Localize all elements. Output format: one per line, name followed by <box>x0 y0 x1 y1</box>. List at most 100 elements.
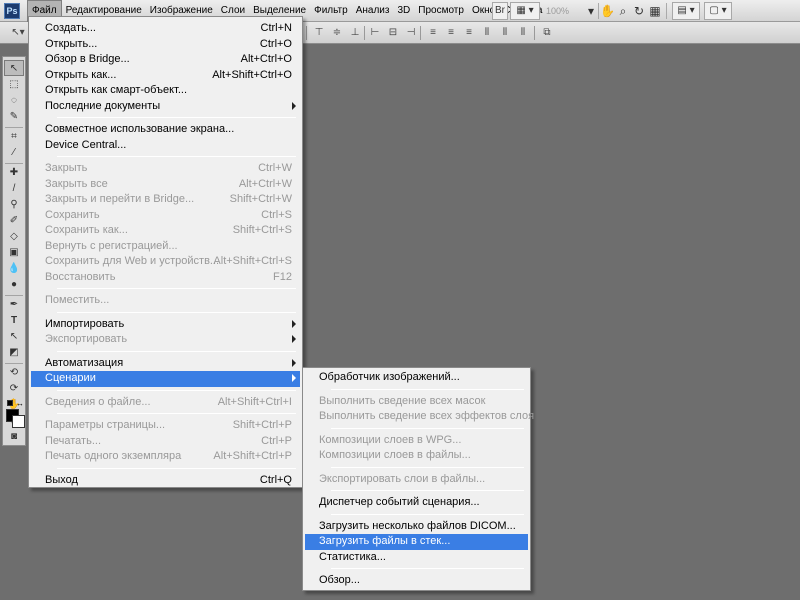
distribute-top-icon[interactable]: ≡ <box>426 26 440 40</box>
pen-tool-icon[interactable]: ✒ <box>4 297 24 313</box>
marquee-tool-icon[interactable]: ⬚ <box>4 77 24 93</box>
menu-item[interactable]: Закрыть все Alt+Ctrl+W <box>31 177 300 193</box>
chevron-down-icon[interactable]: ▾ <box>584 3 598 19</box>
menu-item[interactable]: Открыть как смарт-объект... <box>31 83 300 99</box>
menu-item[interactable]: Выполнить сведение всех масок <box>305 394 528 410</box>
quick-mask-icon[interactable]: ◙ <box>4 429 24 445</box>
path-selection-tool-icon[interactable]: ↖ <box>4 329 24 345</box>
menu-item[interactable]: Открыть как... Alt+Shift+Ctrl+O <box>31 68 300 84</box>
menu-item-shortcut: Ctrl+P <box>261 434 292 447</box>
dodge-tool-icon[interactable]: ● <box>4 277 24 293</box>
menu-item[interactable]: Поместить... <box>31 293 300 309</box>
brush-tool-icon[interactable]: / <box>4 181 24 197</box>
blur-tool-icon[interactable]: 💧 <box>4 261 24 277</box>
menu-item[interactable]: Печатать... Ctrl+P <box>31 434 300 450</box>
menu-item[interactable]: Сценарии <box>31 371 300 387</box>
menu-item[interactable]: Сведения о файле... Alt+Shift+Ctrl+I <box>31 395 300 411</box>
eraser-tool-icon[interactable]: ◇ <box>4 229 24 245</box>
menu-item[interactable]: Печать одного экземпляра Alt+Shift+Ctrl+P <box>31 449 300 465</box>
menu-8[interactable]: Просмотр <box>414 0 468 22</box>
menu-item[interactable]: Экспортировать <box>31 332 300 348</box>
menu-item[interactable]: Обработчик изображений... <box>305 370 528 386</box>
default-colors-icon[interactable] <box>7 400 13 406</box>
menu-item[interactable]: Открыть... Ctrl+O <box>31 37 300 53</box>
distribute-right-icon[interactable]: ⫴ <box>516 26 530 40</box>
menu-item-label: Поместить... <box>45 294 110 306</box>
menu-item[interactable]: Композиции слоев в WPG... <box>305 433 528 449</box>
type-tool-icon[interactable]: T <box>4 313 24 329</box>
menu-item-label: Автоматизация <box>45 356 124 369</box>
menu-item[interactable]: Device Central... <box>31 138 300 154</box>
menu-item-label: Диспетчер событий сценария... <box>319 496 480 508</box>
divider <box>5 295 23 296</box>
shape-tool-icon[interactable]: ◩ <box>4 345 24 361</box>
menu-item[interactable]: Вернуть с регистрацией... <box>31 239 300 255</box>
distribute-bottom-icon[interactable]: ≡ <box>462 26 476 40</box>
menu-item[interactable]: Сохранить как... Shift+Ctrl+S <box>31 223 300 239</box>
history-brush-tool-icon[interactable]: ✐ <box>4 213 24 229</box>
screen-mode-icon[interactable]: ▢ ▾ <box>704 2 732 20</box>
menu-item[interactable]: Закрыть и перейти в Bridge... Shift+Ctrl+… <box>31 192 300 208</box>
menu-item[interactable]: Закрыть Ctrl+W <box>31 161 300 177</box>
menu-item[interactable]: Диспетчер событий сценария... <box>305 495 528 511</box>
auto-align-icon[interactable]: ⧉ <box>540 26 554 40</box>
menu-item[interactable]: Последние документы <box>31 99 300 115</box>
align-right-icon[interactable]: ⊣ <box>404 26 418 40</box>
menu-item[interactable]: Обзор в Bridge... Alt+Ctrl+O <box>31 52 300 68</box>
menu-item[interactable]: Параметры страницы... Shift+Ctrl+P <box>31 418 300 434</box>
menu-item[interactable]: Загрузить несколько файлов DICOM... <box>305 519 528 535</box>
align-bottom-icon[interactable]: ⊥ <box>348 26 362 40</box>
menu-item[interactable]: Автоматизация <box>31 356 300 372</box>
3d-rotate-tool-icon[interactable]: ⟲ <box>4 365 24 381</box>
menu-item[interactable]: Загрузить файлы в стек... <box>305 534 528 550</box>
frame-icon[interactable]: ▦ ▾ <box>510 2 540 20</box>
menu-7[interactable]: 3D <box>393 0 414 22</box>
gradient-tool-icon[interactable]: ▣ <box>4 245 24 261</box>
menu-item[interactable]: Выполнить сведение всех эффектов слоя <box>305 409 534 425</box>
move-tool-icon[interactable]: ↖ <box>4 60 24 76</box>
healing-brush-tool-icon[interactable]: ✚ <box>4 165 24 181</box>
distribute-hcenter-icon[interactable]: ⫴ <box>498 26 512 40</box>
eyedropper-tool-icon[interactable]: ⁄ <box>4 145 24 161</box>
menu-item[interactable]: Композиции слоев в файлы... <box>305 448 528 464</box>
menu-item[interactable]: Сохранить для Web и устройств... Alt+Shif… <box>31 254 300 270</box>
grid-icon[interactable]: ▦ <box>648 3 662 19</box>
align-top-icon[interactable]: ⊤ <box>312 26 326 40</box>
menu-item[interactable]: Обзор... <box>305 573 528 589</box>
align-left-icon[interactable]: ⊢ <box>368 26 382 40</box>
zoom-icon[interactable]: ⌕ <box>616 3 630 19</box>
crop-tool-icon[interactable]: ⌗ <box>4 129 24 145</box>
align-hcenter-icon[interactable]: ⊟ <box>386 26 400 40</box>
swap-colors-icon[interactable]: ↔ <box>16 400 24 408</box>
menu-item[interactable]: Восстановить F12 <box>31 270 300 286</box>
mini-bridge-icon[interactable]: Br <box>492 2 508 20</box>
clone-stamp-tool-icon[interactable]: ⚲ <box>4 197 24 213</box>
zoom-level[interactable]: 100% <box>546 3 582 19</box>
scripts-submenu: Обработчик изображений... Выполнить сведе… <box>302 367 534 591</box>
distribute-vcenter-icon[interactable]: ≡ <box>444 26 458 40</box>
3d-orbit-tool-icon[interactable]: ⟳ <box>4 381 24 397</box>
menu-item[interactable]: Совместное использование экрана... <box>31 122 300 138</box>
menu-item[interactable]: Импортировать <box>31 317 300 333</box>
menu-item[interactable]: Выход Ctrl+Q <box>31 473 300 489</box>
move-tool-icon[interactable]: ↖▾ <box>6 26 30 40</box>
menu-item-label: Статистика... <box>319 550 386 563</box>
align-vcenter-icon[interactable]: ≑ <box>330 26 344 40</box>
distribute-left-icon[interactable]: ⫴ <box>480 26 494 40</box>
menu-item[interactable]: Сохранить Ctrl+S <box>31 208 300 224</box>
menu-item-shortcut: Ctrl+W <box>258 162 292 174</box>
menu-item[interactable]: Статистика... <box>305 550 528 566</box>
menu-6[interactable]: Анализ <box>352 0 394 22</box>
menu-item-label: Параметры страницы... <box>45 419 166 431</box>
rotate-view-icon[interactable]: ↻ <box>632 3 646 19</box>
menu-separator <box>331 513 524 515</box>
lasso-tool-icon[interactable]: ◌ <box>4 93 24 109</box>
hand-icon[interactable]: ✋ <box>600 3 615 19</box>
arrange-documents-icon[interactable]: ▤ ▾ <box>672 2 700 20</box>
quick-select-tool-icon[interactable]: ✎ <box>4 109 24 125</box>
menu-item[interactable]: Экспортировать слои в файлы... <box>305 472 528 488</box>
background-color-swatch[interactable] <box>12 415 25 428</box>
menu-item-label: Открыть как... <box>45 68 117 81</box>
menu-5[interactable]: Фильтр <box>310 0 352 22</box>
menu-item[interactable]: Создать... Ctrl+N <box>31 21 300 37</box>
